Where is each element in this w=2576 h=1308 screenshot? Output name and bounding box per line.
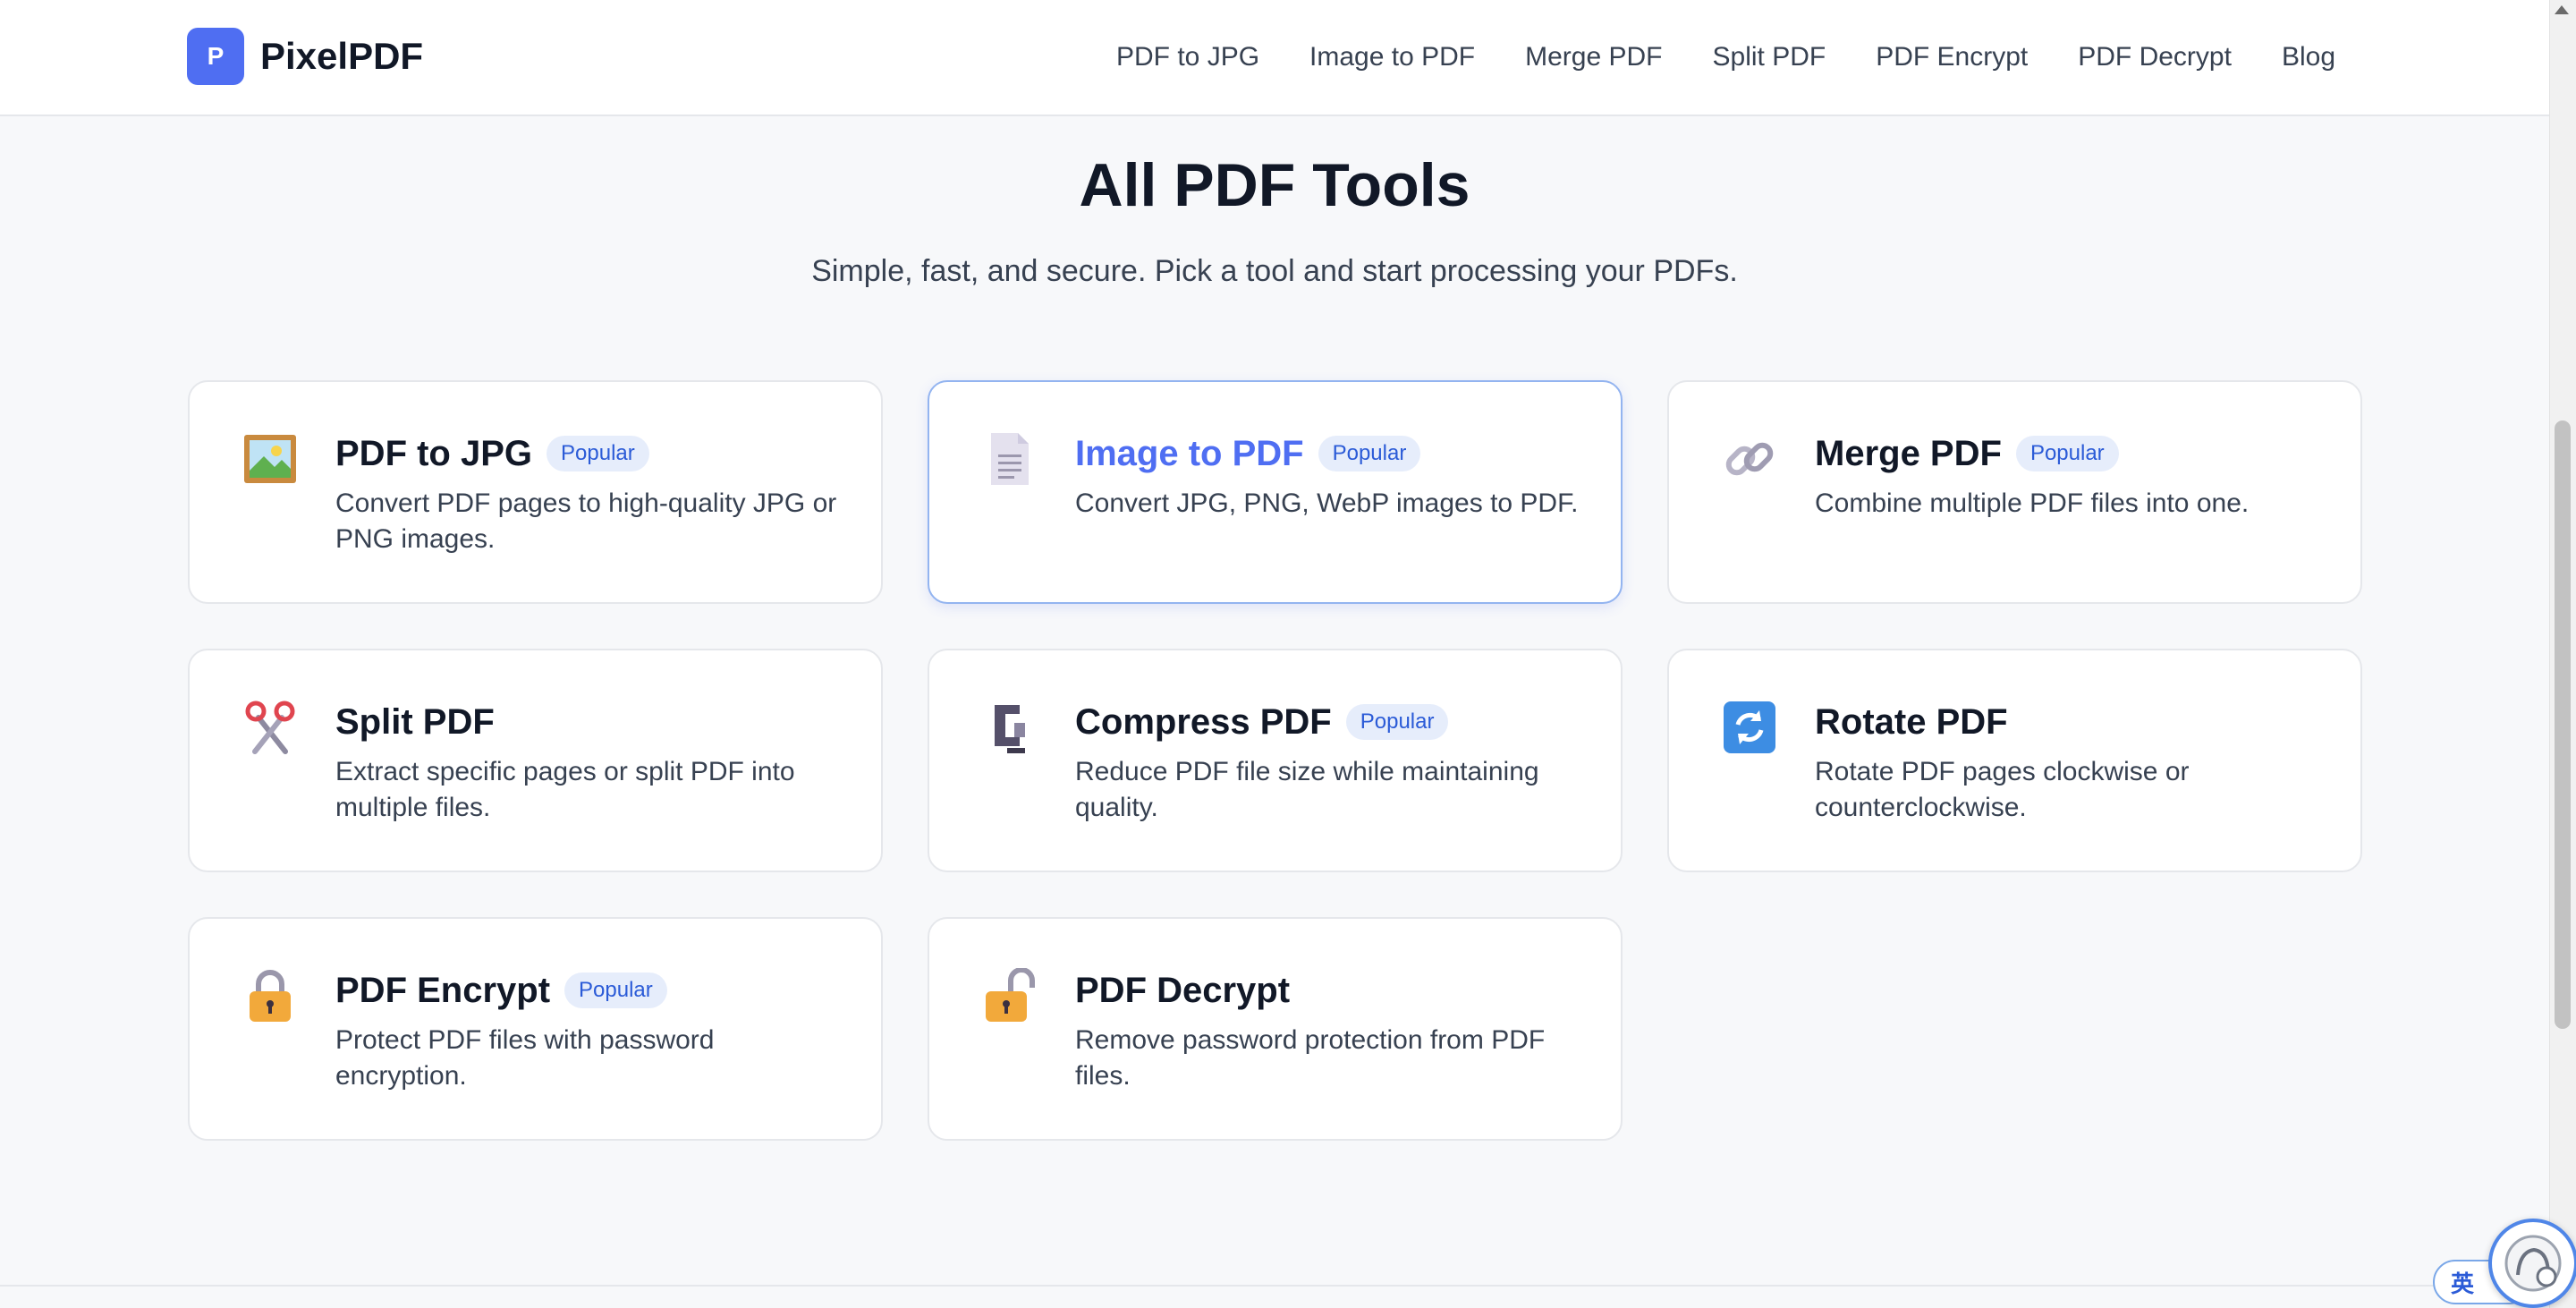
tool-card-rotate-pdf[interactable]: Rotate PDF Rotate PDF pages clockwise or…	[1667, 649, 2362, 872]
ime-label: 英	[2451, 1270, 2475, 1297]
footer-divider	[0, 1285, 2549, 1287]
site-header: P PixelPDF PDF to JPG Image to PDF Merge…	[0, 0, 2549, 116]
tool-card-merge-pdf[interactable]: Merge PDF Popular Combine multiple PDF f…	[1667, 380, 2362, 604]
clamp-icon	[981, 699, 1038, 756]
page-subtitle: Simple, fast, and secure. Pick a tool an…	[811, 254, 1738, 288]
tool-card-pdf-decrypt[interactable]: PDF Decrypt Remove password protection f…	[928, 917, 1623, 1141]
tools-grid: PDF to JPG Popular Convert PDF pages to …	[188, 380, 2363, 1141]
tool-title: Image to PDF	[1075, 433, 1304, 473]
tool-title: PDF Encrypt	[335, 970, 551, 1010]
scrollbar-thumb[interactable]	[2555, 420, 2571, 1029]
tool-title: Split PDF	[335, 701, 495, 742]
tool-title: PDF Decrypt	[1075, 970, 1291, 1010]
main-nav: PDF to JPG Image to PDF Merge PDF Split …	[1116, 0, 2335, 115]
brand-logo[interactable]: P	[187, 28, 244, 85]
tool-title: Compress PDF	[1075, 701, 1332, 742]
tool-card-split-pdf[interactable]: Split PDF Extract specific pages or spli…	[188, 649, 883, 872]
brand[interactable]: P PixelPDF	[187, 28, 423, 85]
nav-link-pdf-encrypt[interactable]: PDF Encrypt	[1876, 42, 2028, 72]
tool-description: Remove password protection from PDF file…	[1075, 1025, 1546, 1091]
framed-picture-icon	[242, 430, 299, 488]
tool-title: PDF to JPG	[335, 433, 533, 473]
popular-badge: Popular	[1318, 436, 1421, 471]
tool-description: Extract specific pages or split PDF into…	[335, 757, 795, 822]
tool-description: Convert PDF pages to high-quality JPG or…	[335, 488, 837, 554]
tool-card-image-to-pdf[interactable]: Image to PDF Popular Convert JPG, PNG, W…	[928, 380, 1623, 604]
brand-name[interactable]: PixelPDF	[260, 35, 423, 78]
nav-link-pdf-to-jpg[interactable]: PDF to JPG	[1116, 42, 1259, 72]
popular-badge: Popular	[547, 436, 649, 471]
nav-link-split-pdf[interactable]: Split PDF	[1713, 42, 1826, 72]
nav-link-image-to-pdf[interactable]: Image to PDF	[1309, 42, 1475, 72]
popular-badge: Popular	[2015, 436, 2119, 471]
rotate-icon	[1721, 699, 1778, 756]
popular-badge: Popular	[1345, 704, 1449, 740]
tool-card-pdf-encrypt[interactable]: PDF Encrypt Popular Protect PDF files wi…	[188, 917, 883, 1141]
document-icon	[981, 430, 1038, 488]
page-title: All PDF Tools	[1079, 151, 1470, 219]
tool-description: Reduce PDF file size while maintaining q…	[1075, 757, 1539, 822]
assistant-avatar-icon	[2504, 1235, 2562, 1292]
tool-card-compress-pdf[interactable]: Compress PDF Popular Reduce PDF file siz…	[928, 649, 1623, 872]
tool-description: Combine multiple PDF files into one.	[1815, 488, 2250, 518]
tool-title: Rotate PDF	[1815, 701, 2008, 742]
nav-link-pdf-decrypt[interactable]: PDF Decrypt	[2078, 42, 2232, 72]
nav-link-merge-pdf[interactable]: Merge PDF	[1525, 42, 1662, 72]
scroll-up-arrow-icon[interactable]	[2555, 5, 2569, 14]
tool-description: Rotate PDF pages clockwise or counterclo…	[1815, 757, 2190, 822]
tool-description: Protect PDF files with password encrypti…	[335, 1025, 715, 1091]
popular-badge: Popular	[564, 973, 667, 1008]
unlock-icon	[981, 967, 1038, 1024]
tool-card-pdf-to-jpg[interactable]: PDF to JPG Popular Convert PDF pages to …	[188, 380, 883, 604]
tool-title: Merge PDF	[1815, 433, 2002, 473]
vertical-scrollbar[interactable]	[2549, 0, 2576, 1308]
assistant-float-button[interactable]	[2488, 1219, 2576, 1308]
scissors-icon	[242, 699, 299, 756]
nav-link-blog[interactable]: Blog	[2282, 42, 2335, 72]
tool-description: Convert JPG, PNG, WebP images to PDF.	[1075, 488, 1579, 518]
link-icon	[1721, 430, 1778, 488]
lock-icon	[242, 967, 299, 1024]
